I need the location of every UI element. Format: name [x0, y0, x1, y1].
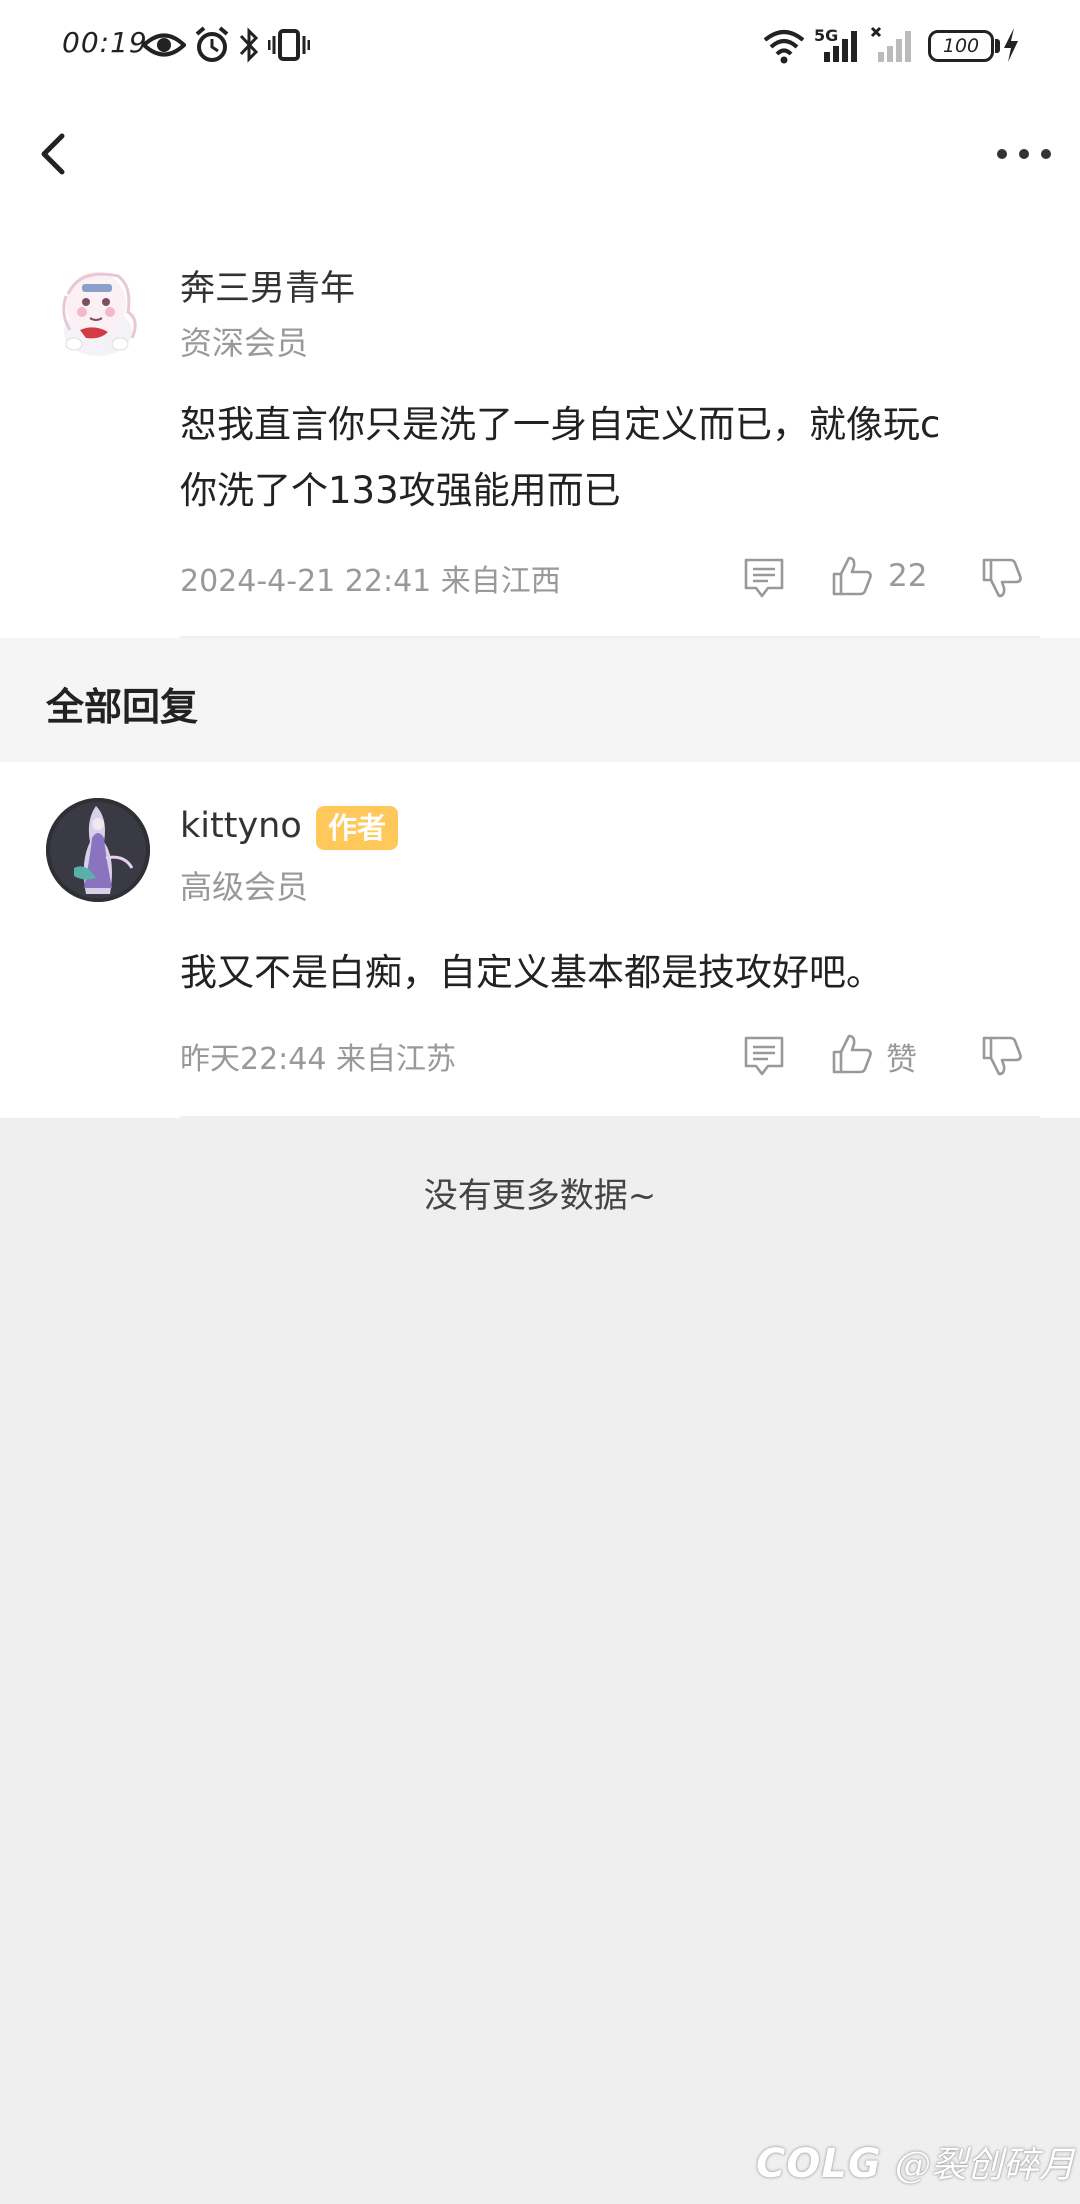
eye-icon [142, 33, 186, 57]
watermark: COLG @裂创碎月 [756, 2136, 1075, 2187]
author-badge: 作者 [316, 806, 399, 850]
vibrate-icon [268, 29, 310, 61]
comment-timestamp: 2024-4-21 22:41 来自江西 [180, 564, 561, 599]
watermark-brand: COLG [756, 2141, 882, 2187]
signal-no-sim-icon [870, 26, 911, 62]
main-comment: 奔三男青年 资深会员 恕我直言你只是洗了一身自定义而已，就像玩c 你洗了个133… [0, 220, 1080, 638]
comment-line: 恕我直言你只是洗了一身自定义而已，就像玩c [180, 403, 941, 446]
alarm-icon [195, 26, 229, 62]
like-icon[interactable] [830, 1032, 874, 1076]
like-label[interactable]: 赞 [886, 1034, 917, 1079]
dislike-icon[interactable] [980, 556, 1024, 600]
bluetooth-icon [239, 27, 259, 63]
battery-icon: 100 [928, 30, 994, 62]
username[interactable]: 奔三男青年 [180, 260, 355, 311]
signal-5g-icon [824, 31, 857, 62]
status-time: 00:19 [62, 26, 148, 59]
avatar-image [46, 256, 150, 360]
battery-level: 100 [942, 35, 980, 57]
divider [180, 1116, 1040, 1118]
reply-item: kittyno 作者 高级会员 我又不是白痴，自定义基本都是技攻好吧。 昨天22… [0, 762, 1080, 1118]
chevron-left-icon[interactable] [30, 128, 74, 180]
reply-timestamp: 昨天22:44 来自江苏 [180, 1042, 456, 1077]
dislike-icon[interactable] [980, 1034, 1024, 1078]
no-more-data-label: 没有更多数据~ [423, 1176, 657, 1216]
section-header: 全部回复 [0, 638, 1080, 762]
more-horizontal-icon[interactable] [994, 140, 1054, 168]
username[interactable]: kittyno [180, 806, 302, 846]
like-icon[interactable] [830, 554, 874, 598]
member-level: 高级会员 [180, 868, 309, 906]
reply-text: 我又不是白痴，自定义基本都是技攻好吧。 [180, 951, 883, 994]
comment-reply-icon[interactable] [742, 1034, 786, 1078]
like-count: 22 [888, 558, 928, 594]
avatar-image [46, 798, 150, 902]
top-nav [0, 90, 1080, 220]
comment-text: 恕我直言你只是洗了一身自定义而已，就像玩c 你洗了个133攻强能用而已 [180, 392, 1040, 524]
charging-icon [1004, 28, 1018, 62]
section-title: 全部回复 [46, 685, 199, 729]
comment-reply-icon[interactable] [742, 556, 786, 600]
avatar[interactable] [46, 798, 150, 902]
member-level: 资深会员 [180, 324, 309, 362]
watermark-name: @裂创碎月 [894, 2145, 1075, 2186]
wifi-icon [763, 30, 805, 64]
status-bar: 00:19 5G 100 [0, 0, 1080, 90]
avatar[interactable] [46, 256, 150, 360]
comment-line: 你洗了个133攻强能用而已 [180, 469, 621, 512]
page: 00:19 5G 100 奔三男青年 资深会员 恕我直言你只是洗了一身自定义而已… [0, 0, 1080, 2204]
